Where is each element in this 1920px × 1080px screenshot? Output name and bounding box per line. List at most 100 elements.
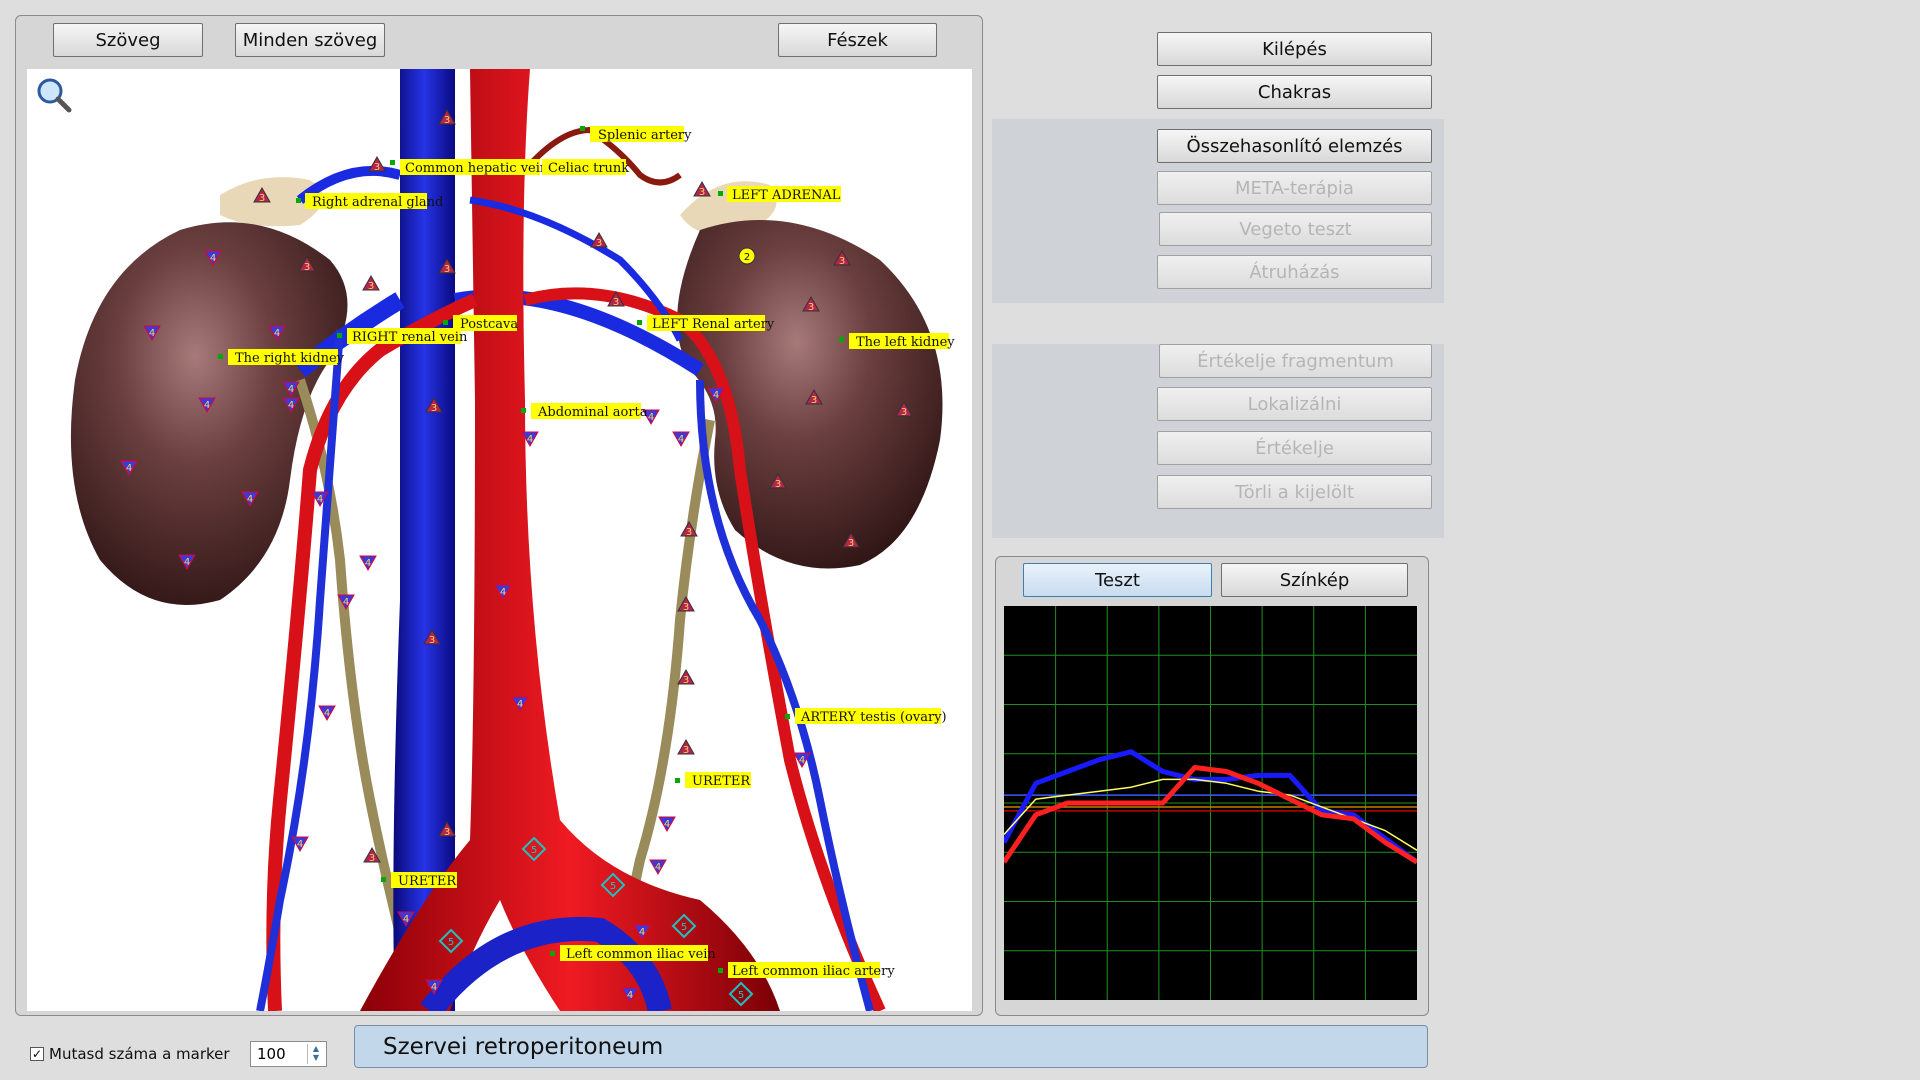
label-ureter-right[interactable]: URETER — [381, 872, 457, 889]
svg-text:3: 3 — [613, 297, 619, 308]
svg-text:3: 3 — [686, 527, 692, 538]
svg-text:4: 4 — [288, 384, 294, 395]
nest-button[interactable]: Fészek — [778, 23, 937, 57]
spectrum-button[interactable]: Színkép — [1221, 563, 1408, 597]
evaluate-button[interactable]: Értékelje — [1157, 431, 1432, 465]
vena-cava — [393, 69, 455, 1011]
label-abdominal-aorta[interactable]: Abdominal aorta — [521, 403, 648, 420]
test-chart — [1004, 606, 1417, 1000]
svg-text:4: 4 — [365, 558, 371, 569]
svg-text:Postcava: Postcava — [460, 317, 518, 332]
svg-text:4: 4 — [648, 412, 654, 423]
svg-text:4: 4 — [678, 434, 684, 445]
label-celiac-trunk[interactable]: Celiac trunk — [542, 159, 629, 176]
chakras-button[interactable]: Chakras — [1157, 75, 1432, 109]
exit-button[interactable]: Kilépés — [1157, 32, 1432, 66]
svg-text:Right adrenal gland: Right adrenal gland — [312, 195, 443, 210]
anatomy-viewer[interactable]: 3 3 3 3 3 3 3 3 3 3 3 3 3 3 3 3 3 3 3 3 … — [27, 69, 972, 1011]
svg-text:5: 5 — [610, 881, 616, 892]
evaluate-fragment-button[interactable]: Értékelje fragmentum — [1159, 344, 1432, 378]
svg-text:3: 3 — [683, 745, 689, 756]
label-right-adrenal-gland[interactable]: Right adrenal gland — [296, 193, 443, 210]
marker-3: 3 — [677, 738, 695, 756]
svg-text:4: 4 — [247, 494, 253, 505]
marker-4: 4 — [318, 705, 336, 722]
svg-text:5: 5 — [738, 990, 744, 1001]
svg-text:3: 3 — [369, 853, 375, 864]
label-left-common-iliac-artery[interactable]: Left common iliac artery — [718, 962, 895, 979]
svg-text:4: 4 — [639, 927, 645, 938]
magnifier-icon[interactable] — [37, 78, 72, 113]
svg-text:3: 3 — [444, 827, 450, 838]
label-common-hepatic-vein[interactable]: Common hepatic vein — [390, 159, 549, 176]
svg-text:4: 4 — [527, 434, 533, 445]
svg-text:3: 3 — [811, 395, 817, 406]
transfer-button[interactable]: Átruházás — [1157, 255, 1432, 289]
svg-text:3: 3 — [259, 193, 265, 204]
clear-selected-button[interactable]: Törli a kijelölt — [1157, 475, 1432, 509]
svg-text:5: 5 — [681, 922, 687, 933]
svg-text:3: 3 — [683, 602, 689, 613]
marker-3: 3 — [693, 180, 711, 198]
svg-text:The right kidney: The right kidney — [235, 351, 345, 366]
compare-analysis-button[interactable]: Összehasonlító elemzés — [1157, 129, 1432, 163]
svg-text:3: 3 — [808, 302, 814, 313]
marker-4: 4 — [658, 816, 676, 833]
svg-text:5: 5 — [448, 937, 454, 948]
show-marker-number-checkbox[interactable]: ✓ — [30, 1047, 44, 1061]
svg-text:URETER: URETER — [692, 774, 751, 789]
svg-text:3: 3 — [901, 407, 907, 418]
svg-text:4: 4 — [184, 557, 190, 568]
label-right-kidney[interactable]: The right kidney — [218, 349, 345, 366]
svg-text:Celiac trunk: Celiac trunk — [548, 161, 629, 176]
marker-4: 4 — [672, 431, 690, 448]
label-artery-testis[interactable]: ARTERY testis (ovary) — [785, 708, 947, 725]
spinner-arrows-icon[interactable]: ▲ ▼ — [307, 1044, 324, 1064]
label-left-renal-artery[interactable]: LEFT Renal artery — [637, 315, 775, 332]
svg-text:4: 4 — [500, 587, 506, 598]
svg-text:The left kidney: The left kidney — [856, 335, 955, 350]
label-ureter-left[interactable]: URETER — [675, 772, 751, 789]
svg-text:3: 3 — [775, 479, 781, 490]
svg-text:3: 3 — [683, 675, 689, 686]
marker-4: 4 — [649, 859, 667, 876]
svg-text:Left common iliac vein: Left common iliac vein — [566, 947, 716, 962]
svg-text:4: 4 — [431, 982, 437, 993]
svg-text:3: 3 — [429, 635, 435, 646]
marker-3: 3 — [368, 155, 386, 173]
meta-therapy-button[interactable]: META-terápia — [1157, 171, 1432, 205]
svg-text:3: 3 — [848, 538, 854, 549]
svg-text:3: 3 — [839, 256, 845, 267]
organ-title: Szervei retroperitoneum — [383, 1034, 664, 1060]
marker-3: 3 — [362, 274, 380, 292]
marker-count-spinbox[interactable]: 100 ▲ ▼ — [250, 1041, 327, 1067]
svg-text:4: 4 — [317, 494, 323, 505]
svg-text:4: 4 — [664, 819, 670, 830]
svg-text:3: 3 — [444, 115, 450, 126]
marker-count-value: 100 — [257, 1045, 286, 1063]
vegeto-test-button[interactable]: Vegeto teszt — [1159, 212, 1432, 246]
all-text-button[interactable]: Minden szöveg — [235, 23, 385, 57]
svg-text:4: 4 — [297, 839, 303, 850]
text-button[interactable]: Szöveg — [53, 23, 203, 57]
label-left-kidney[interactable]: The left kidney — [839, 333, 955, 350]
label-left-common-iliac-vein[interactable]: Left common iliac vein — [550, 945, 716, 962]
label-right-renal-vein[interactable]: RIGHT renal vein — [337, 328, 468, 345]
svg-text:4: 4 — [204, 400, 210, 411]
svg-text:3: 3 — [368, 281, 374, 292]
svg-text:4: 4 — [126, 463, 132, 474]
svg-text:LEFT ADRENAL: LEFT ADRENAL — [732, 188, 841, 203]
marker-4: 4 — [359, 555, 377, 572]
svg-text:Common hepatic vein: Common hepatic vein — [405, 161, 549, 176]
svg-text:RIGHT renal vein: RIGHT renal vein — [352, 330, 468, 345]
label-splenic-artery[interactable]: Splenic artery — [580, 126, 692, 143]
test-button[interactable]: Teszt — [1023, 563, 1212, 597]
svg-text:URETER: URETER — [398, 874, 457, 889]
organ-title-bar: Szervei retroperitoneum — [354, 1025, 1428, 1068]
svg-text:4: 4 — [210, 253, 216, 264]
label-left-adrenal[interactable]: LEFT ADRENAL — [718, 186, 841, 203]
svg-text:3: 3 — [699, 187, 705, 198]
svg-text:Abdominal aorta: Abdominal aorta — [537, 405, 648, 420]
localize-button[interactable]: Lokalizálni — [1157, 387, 1432, 421]
svg-text:4: 4 — [517, 699, 523, 710]
